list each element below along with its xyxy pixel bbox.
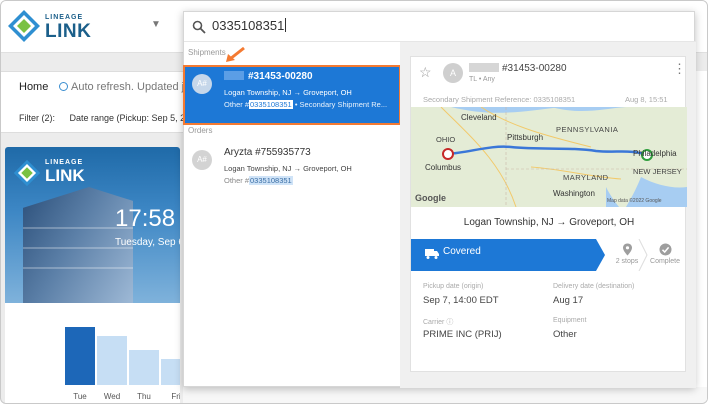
secondary-reference: Secondary Shipment Reference: 0335108351	[423, 95, 576, 104]
carrier-value: PRIME INC (PRIJ)	[423, 329, 502, 340]
logo-small-text: LINEAGE	[45, 14, 84, 21]
redacted-block	[469, 63, 499, 72]
reference-date: Aug 8, 15:51	[625, 95, 668, 104]
map-label: Philadelphia	[633, 149, 677, 158]
result-reference: Other #0335108351	[224, 176, 293, 185]
status-covered-label: Covered	[443, 246, 481, 257]
map-label: NEW JERSEY	[633, 167, 682, 176]
order-result-item[interactable]: A# Aryzta #755935773 Logan Township, NJ …	[184, 142, 400, 200]
map-label: OHIO	[436, 135, 456, 144]
app-logo[interactable]: LINEAGE LINK	[7, 7, 117, 47]
star-icon[interactable]: ☆	[419, 64, 432, 81]
result-title: Aryzta #755935773	[224, 147, 311, 158]
search-match-highlight: 0335108351	[249, 100, 293, 109]
welcome-time: 17:58	[115, 205, 176, 232]
map-label: Washington	[553, 189, 595, 198]
search-icon	[192, 20, 206, 34]
map-label: Cleveland	[461, 113, 497, 122]
shipment-result-item[interactable]: A# #31453-00280 Logan Township, NJ → Gro…	[183, 65, 401, 125]
avatar: A#	[192, 74, 212, 94]
welcome-logo-small: LINEAGE	[45, 159, 84, 166]
text-cursor	[285, 18, 287, 32]
chart-day-label: Tue	[73, 392, 87, 401]
status-covered-step: Covered	[411, 239, 605, 271]
route-summary: Logan Township, NJ → Groveport, OH	[463, 217, 635, 228]
welcome-logo-big: LINK	[45, 166, 85, 185]
lineage-logo-icon	[8, 10, 40, 42]
welcome-date: Tuesday, Sep 6	[115, 237, 180, 248]
chevron-down-icon[interactable]: ▼	[151, 19, 161, 30]
refresh-icon	[59, 82, 68, 91]
map-label: PENNSYLVANIA	[556, 125, 619, 134]
weekly-chart: TueWedThuFriSat	[5, 303, 180, 403]
location-pin-icon	[622, 243, 632, 256]
chart-bar	[97, 336, 127, 385]
home-tab[interactable]: Home	[19, 81, 48, 93]
complete-label: Complete	[650, 258, 680, 265]
map-label: MARYLAND	[563, 173, 609, 182]
search-input[interactable]: 0335108351	[212, 18, 287, 33]
result-route: Logan Township, NJ → Groveport, OH	[224, 164, 352, 173]
equipment-value: Other	[553, 329, 577, 340]
filter-value[interactable]: Date range (Pickup: Sep 5, 2	[70, 113, 186, 123]
pickup-date-value: Sep 7, 14:00 EDT	[423, 295, 499, 306]
orders-section-label: Orders	[188, 126, 213, 135]
chart-bar	[65, 327, 95, 385]
google-logo: Google	[415, 193, 446, 203]
lineage-logo-icon	[13, 159, 41, 187]
result-reference: Other #0335108351 • Secondary Shipment R…	[224, 100, 388, 109]
search-match-highlight: 0335108351	[249, 176, 293, 185]
equipment-label: Equipment	[553, 317, 587, 324]
auto-refresh-label: Auto refresh. Updated j	[71, 81, 185, 93]
preview-pane: ☆ A #31453-00280 TL • Any ⋮ Secondary Sh…	[400, 42, 696, 388]
chart-day-label: Thu	[137, 392, 151, 401]
route-map[interactable]: Cleveland Pittsburgh PENNSYLVANIA OHIO C…	[411, 107, 687, 207]
carrier-label: Carrier ⓘ	[423, 319, 454, 326]
more-vert-icon[interactable]: ⋮	[673, 62, 686, 75]
app-window: LINEAGE LINK ▼ Home Auto refresh. Update…	[0, 0, 708, 404]
annotation-arrow-icon	[226, 46, 245, 62]
chart-bar	[129, 350, 159, 385]
detail-subtitle: TL • Any	[469, 76, 495, 83]
background-card	[183, 387, 707, 403]
map-label: Columbus	[425, 163, 462, 172]
chart-day-label: Wed	[103, 392, 121, 401]
shipment-detail-card: ☆ A #31453-00280 TL • Any ⋮ Secondary Sh…	[410, 56, 687, 372]
step-divider	[638, 239, 648, 271]
search-bar: 0335108351	[184, 12, 696, 42]
shipments-section-label: Shipments	[188, 48, 226, 57]
chart-bar	[161, 359, 180, 385]
map-credit: Map data ©2022 Google	[607, 198, 662, 204]
check-circle-icon	[659, 243, 671, 256]
avatar: A#	[192, 150, 212, 170]
status-tracker: Covered 2 stops Complete	[411, 239, 687, 271]
search-dropdown: 0335108351 Shipments A# #31453-00280 Log…	[183, 11, 696, 388]
warehouse-image: LINEAGE LINK 17:58 Tuesday, Sep 6	[5, 147, 180, 303]
avatar: A	[443, 63, 463, 83]
redacted-block	[224, 71, 244, 80]
map-label: Pittsburgh	[507, 133, 544, 142]
search-query: 0335108351	[212, 18, 285, 33]
chart-day-label: Fri	[171, 392, 180, 401]
search-results: Shipments A# #31453-00280 Logan Township…	[183, 42, 401, 388]
result-route: Logan Township, NJ → Groveport, OH	[224, 88, 352, 97]
result-title: #31453-00280	[224, 71, 313, 82]
truck-icon	[425, 249, 439, 259]
delivery-date-label: Delivery date (destination)	[553, 283, 635, 290]
pickup-date-label: Pickup date (origin)	[423, 283, 484, 290]
auto-refresh-status[interactable]: Auto refresh. Updated j	[59, 81, 184, 93]
delivery-date-value: Aug 17	[553, 295, 584, 306]
welcome-logo: LINEAGE LINK	[13, 159, 85, 187]
detail-title: #31453-00280	[469, 63, 567, 74]
logo-big-text: LINK	[45, 21, 92, 42]
filter-row: Filter (2): Date range (Pickup: Sep 5, 2	[19, 113, 197, 123]
shipment-number: #31453-00280	[248, 71, 313, 82]
complete-step: Complete	[645, 243, 685, 265]
filter-label: Filter (2):	[19, 113, 55, 123]
welcome-card: LINEAGE LINK 17:58 Tuesday, Sep 6 Tue Wed…	[5, 147, 180, 403]
